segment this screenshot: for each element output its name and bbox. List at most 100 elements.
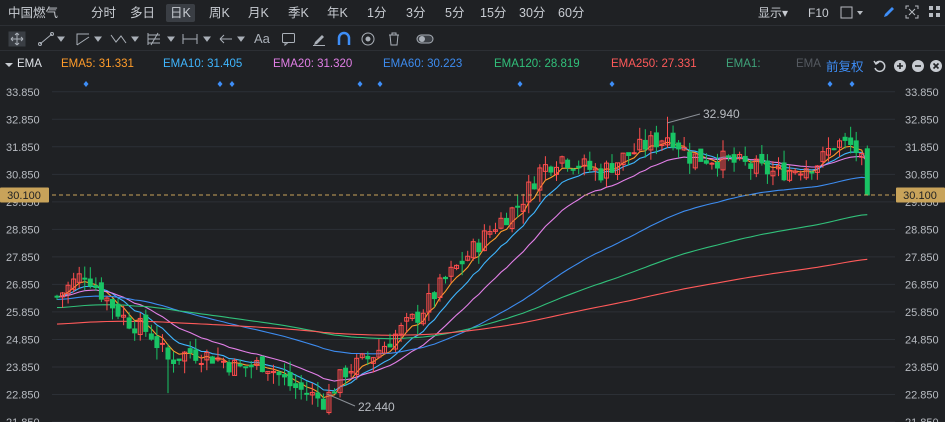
event-marker[interactable] — [849, 81, 855, 87]
arrow-tool-icon[interactable] — [218, 31, 248, 49]
candle[interactable] — [276, 370, 282, 386]
candle[interactable] — [193, 338, 199, 364]
candle[interactable] — [848, 126, 854, 154]
tab-yearly-k[interactable]: 年K — [327, 4, 348, 22]
line-tool-icon[interactable] — [38, 31, 68, 49]
candle[interactable] — [637, 127, 643, 153]
candle[interactable] — [381, 341, 387, 354]
candle[interactable] — [737, 151, 743, 161]
collapse-down-icon[interactable] — [4, 58, 14, 76]
candle[interactable] — [570, 168, 576, 175]
candle[interactable] — [76, 266, 82, 289]
trash-icon[interactable] — [386, 31, 402, 49]
eye-icon[interactable] — [360, 31, 376, 49]
tab-multiday[interactable]: 多日 — [130, 4, 155, 22]
candle[interactable] — [270, 364, 276, 384]
reset-icon[interactable] — [873, 59, 887, 77]
candle[interactable] — [492, 222, 498, 235]
candle[interactable] — [409, 313, 415, 322]
tab-daily-k[interactable]: 日K — [166, 4, 195, 22]
candle[interactable] — [837, 138, 843, 158]
grid-menu-icon[interactable] — [928, 5, 942, 23]
candle[interactable] — [642, 129, 648, 158]
tab-weekly-k[interactable]: 周K — [209, 4, 230, 22]
candle[interactable] — [698, 148, 704, 162]
candle[interactable] — [598, 163, 604, 183]
candle[interactable] — [154, 325, 160, 360]
adjust-mode-button[interactable]: 前复权 — [826, 56, 864, 75]
candle[interactable] — [309, 383, 315, 405]
candlestick-chart[interactable]: 33.850 33.850 32.850 32.850 31.850 31.850 30.8… — [0, 78, 945, 422]
candle[interactable] — [831, 147, 837, 151]
candle[interactable] — [731, 147, 737, 172]
close-icon[interactable] — [929, 59, 943, 77]
measure-tool-icon[interactable] — [182, 31, 214, 49]
candle[interactable] — [359, 352, 365, 360]
candle[interactable] — [653, 125, 659, 155]
candle[interactable] — [304, 381, 310, 401]
event-marker[interactable] — [609, 81, 615, 87]
comment-icon[interactable] — [281, 31, 297, 49]
zoom-out-icon[interactable] — [911, 59, 925, 77]
eraser-pen-icon[interactable] — [312, 31, 328, 49]
candle[interactable] — [687, 142, 693, 174]
candle[interactable] — [759, 145, 765, 166]
stock-name[interactable]: 中国燃气 — [8, 4, 58, 22]
candle[interactable] — [176, 358, 182, 365]
candle[interactable] — [631, 143, 637, 155]
candle[interactable] — [248, 361, 254, 379]
candle[interactable] — [137, 312, 143, 341]
candle[interactable] — [287, 361, 293, 391]
candle[interactable] — [71, 272, 77, 293]
display-dropdown[interactable]: 显示▾ — [758, 4, 788, 22]
candle[interactable] — [748, 159, 754, 180]
zoom-in-icon[interactable] — [893, 59, 907, 77]
tab-30min[interactable]: 30分 — [519, 4, 545, 22]
candle[interactable] — [742, 146, 748, 166]
event-marker[interactable] — [827, 81, 833, 87]
f10-button[interactable]: F10 — [808, 4, 829, 22]
candle[interactable] — [676, 140, 682, 158]
candle[interactable] — [554, 161, 559, 181]
move-cross-icon[interactable] — [8, 31, 26, 49]
indicator-name[interactable]: EMA — [17, 58, 42, 70]
channel-tool-icon[interactable] — [75, 31, 105, 49]
candle[interactable] — [537, 164, 543, 202]
candle[interactable] — [182, 351, 188, 374]
candle[interactable] — [465, 250, 471, 262]
candle[interactable] — [542, 156, 548, 181]
candle[interactable] — [470, 238, 476, 261]
wave-tool-icon[interactable] — [110, 31, 142, 49]
candle[interactable] — [609, 154, 615, 174]
event-marker[interactable] — [83, 81, 89, 87]
candle[interactable] — [259, 355, 265, 373]
fullscreen-icon[interactable] — [905, 5, 919, 23]
tab-5min[interactable]: 5分 — [445, 4, 464, 22]
candle[interactable] — [509, 206, 515, 233]
pen-icon[interactable] — [882, 5, 896, 23]
candle[interactable] — [98, 277, 104, 303]
text-tool[interactable]: Aa — [254, 30, 270, 48]
candle[interactable] — [498, 212, 504, 230]
tab-60min[interactable]: 60分 — [558, 4, 584, 22]
candle[interactable] — [764, 154, 770, 184]
candle[interactable] — [243, 366, 249, 377]
tab-1min[interactable]: 1分 — [367, 4, 386, 22]
candle[interactable] — [781, 150, 787, 182]
candle[interactable] — [531, 176, 537, 190]
candle[interactable] — [559, 155, 565, 168]
candle[interactable] — [132, 320, 138, 341]
candle[interactable] — [581, 154, 587, 176]
candle[interactable] — [415, 304, 421, 335]
candle[interactable] — [348, 364, 354, 378]
candle[interactable] — [426, 283, 432, 321]
event-marker[interactable] — [229, 81, 235, 87]
candle[interactable] — [709, 162, 715, 170]
candle[interactable] — [864, 145, 870, 196]
toggle-icon[interactable] — [416, 31, 436, 49]
candle[interactable] — [803, 160, 809, 181]
candle[interactable] — [254, 357, 260, 370]
candle[interactable] — [187, 341, 193, 359]
candle[interactable] — [515, 194, 521, 218]
tab-monthly-k[interactable]: 月K — [248, 4, 269, 22]
